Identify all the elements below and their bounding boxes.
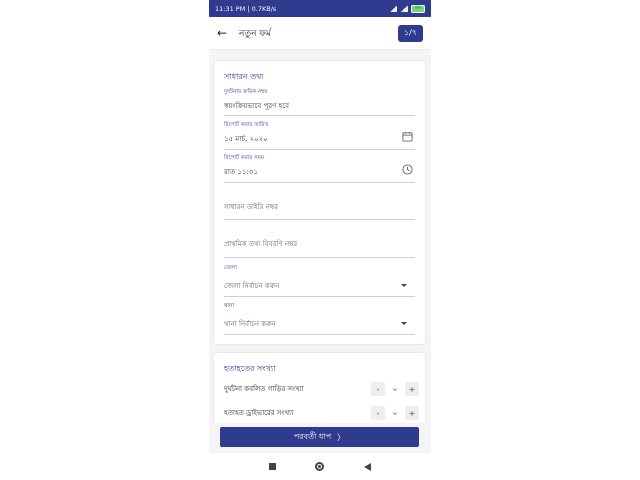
gd-number-field[interactable]: সাধারন ডাইরি নম্বর — [224, 194, 415, 220]
next-step-label: পরবর্তী ধাপ — [293, 431, 332, 441]
chevron-right-icon: 〉 — [337, 432, 346, 442]
district-select[interactable]: জেলা জেলা নির্বাচন করুন — [224, 265, 415, 297]
report-date-label: রিপোর্ট করার তারিখ — [224, 122, 269, 128]
decrement-button[interactable]: - — [371, 382, 385, 396]
phone-screen: 11:31 PM | 0.7KB/s 99 ← নতুন ফর্ম ১/৭ সা… — [209, 0, 431, 480]
status-bar: 11:31 PM | 0.7KB/s 99 — [209, 0, 431, 17]
increment-button[interactable]: + — [405, 406, 419, 420]
back-icon[interactable] — [364, 462, 372, 471]
next-step-button[interactable]: পরবর্তী ধাপ 〉 — [220, 427, 419, 447]
driver-count-label: হতাহত ড্রাইভারের সংখ্যা — [224, 409, 294, 417]
back-arrow-icon[interactable]: ← — [217, 26, 233, 40]
vehicle-count-row: দুর্ঘটনা কবলিত গাড়ির সংখ্যা - ০ + — [224, 381, 419, 397]
report-date-value: ১৫ মার্চ, ২০২০ — [224, 135, 268, 143]
district-placeholder: জেলা নির্বাচন করুন — [224, 282, 280, 290]
police-station-select[interactable]: থানা থানা নির্বাচন করুন — [224, 303, 415, 335]
page-title: নতুন ফর্ম — [239, 28, 271, 39]
casualties-title: হতাহতের সংখ্যা — [224, 364, 276, 373]
chevron-down-icon — [401, 322, 407, 325]
report-time-label: রিপোর্ট করার সময় — [224, 155, 265, 161]
signal-icon-2 — [400, 5, 408, 12]
system-nav-bar — [209, 453, 431, 480]
report-time-field[interactable]: রিপোর্ট করার সময় রাত ১১:৩১ — [224, 155, 415, 183]
driver-count-value: ০ — [392, 409, 398, 417]
calendar-icon[interactable] — [402, 131, 413, 142]
battery-icon: 99 — [411, 4, 425, 13]
police-station-label: থানা — [224, 303, 235, 309]
fir-number-field[interactable]: প্রাথমিক তথ্য বিবরণি নম্বর — [224, 231, 415, 258]
casualties-card: হতাহতের সংখ্যা দুর্ঘটনা কবলিত গাড়ির সংখ… — [214, 353, 425, 433]
decrement-button[interactable]: - — [371, 406, 385, 420]
app-bar: ← নতুন ফর্ম ১/৭ — [209, 17, 431, 50]
recent-apps-icon[interactable] — [268, 463, 276, 470]
step-badge: ১/৭ — [397, 24, 423, 42]
police-station-placeholder: থানা নির্বাচন করুন — [224, 320, 276, 328]
vehicle-count-label: দুর্ঘটনা কবলিত গাড়ির সংখ্যা — [224, 385, 304, 393]
driver-count-row: হতাহত ড্রাইভারের সংখ্যা - ০ + — [224, 405, 419, 421]
district-label: জেলা — [224, 265, 237, 271]
gd-number-placeholder: সাধারন ডাইরি নম্বর — [224, 203, 278, 211]
increment-button[interactable]: + — [405, 382, 419, 396]
report-date-field[interactable]: রিপোর্ট করার তারিখ ১৫ মার্চ, ২০২০ — [224, 122, 415, 150]
accident-serial-field: দুর্ঘটনার ক্রমিক নম্বর স্বয়ংক্রিয়ভাবে … — [224, 89, 415, 116]
status-time: 11:31 PM | 0.7KB/s — [215, 4, 277, 13]
report-time-value: রাত ১১:৩১ — [224, 168, 258, 176]
accident-serial-label: দুর্ঘটনার ক্রমিক নম্বর — [224, 89, 268, 95]
signal-icon — [389, 5, 397, 12]
general-info-card: সাধারন তথ্য দুর্ঘটনার ক্রমিক নম্বর স্বয়… — [214, 61, 425, 344]
clock-icon[interactable] — [402, 164, 413, 175]
general-info-title: সাধারন তথ্য — [224, 72, 264, 81]
bottom-action-area: পরবর্তী ধাপ 〉 — [209, 423, 431, 453]
vehicle-count-value: ০ — [392, 385, 398, 393]
chevron-down-icon — [401, 284, 407, 287]
accident-serial-value: স্বয়ংক্রিয়ভাবে পূরণ হবে — [224, 102, 290, 110]
fir-number-placeholder: প্রাথমিক তথ্য বিবরণি নম্বর — [224, 240, 298, 248]
home-icon[interactable] — [315, 462, 325, 471]
